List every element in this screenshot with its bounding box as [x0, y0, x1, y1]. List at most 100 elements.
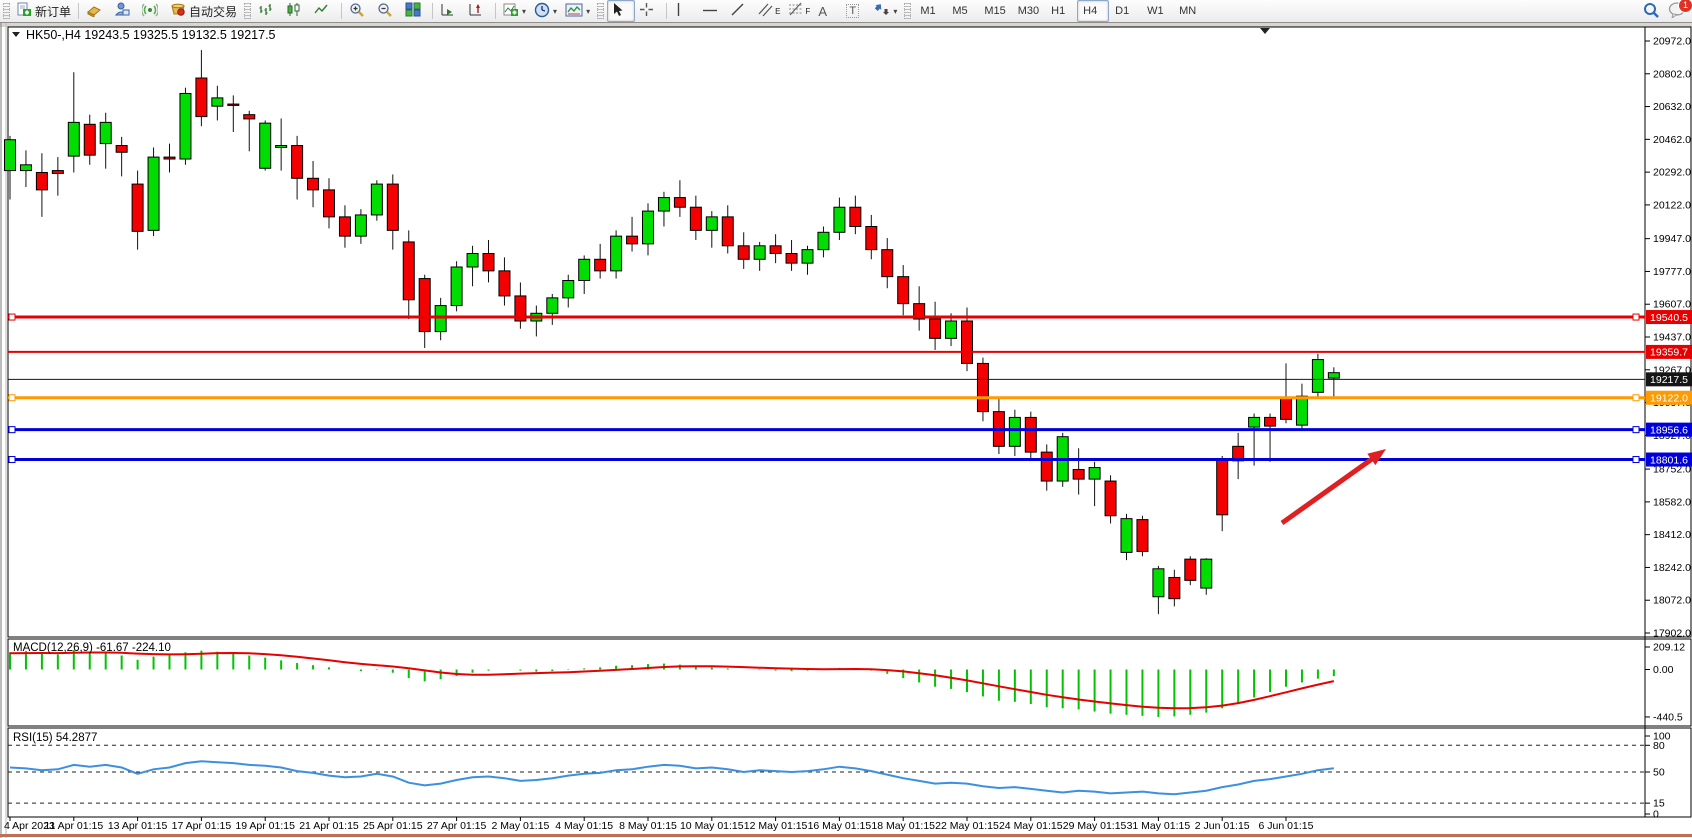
price-axis-label: 18582.0	[1653, 496, 1691, 508]
hline-left-handle[interactable]	[9, 314, 15, 320]
hline-left-handle[interactable]	[9, 427, 15, 433]
candle-body	[1217, 460, 1228, 515]
bar-chart-icon	[258, 2, 273, 20]
candle-body	[1121, 519, 1132, 553]
candle-body	[1041, 452, 1052, 481]
cursor-tool-button[interactable]	[607, 0, 635, 22]
timeframe-button-M15[interactable]: M15	[978, 0, 1011, 22]
timeframe-button-H4[interactable]: H4	[1077, 0, 1109, 22]
text-label-tool-button[interactable]: T	[842, 0, 870, 22]
notification-badge: 1	[1678, 0, 1692, 13]
candle-body	[1105, 481, 1116, 516]
price-axis-label: 18242.0	[1653, 562, 1691, 574]
date-axis-label: 12 May 01:15	[744, 820, 808, 832]
signal-button[interactable]	[138, 0, 166, 22]
candle-body	[674, 198, 685, 208]
candle-body	[20, 165, 31, 171]
template-chart-icon	[565, 3, 583, 20]
candle-body	[308, 178, 319, 190]
date-axis-label: 17 Apr 01:15	[172, 820, 232, 832]
timeframe-button-MN[interactable]: MN	[1173, 0, 1205, 22]
terminal-button[interactable]	[110, 0, 138, 22]
hline-left-handle[interactable]	[9, 457, 15, 463]
new-order-button[interactable]: 新订单	[13, 0, 75, 22]
chart-shift-button[interactable]	[464, 0, 492, 22]
date-axis-label: 19 Apr 01:15	[235, 820, 295, 832]
bar-chart-type-button[interactable]	[254, 0, 282, 22]
indicators-caret-icon: ▾	[522, 7, 526, 16]
macd-panel[interactable]	[8, 639, 1691, 726]
candle-body	[387, 184, 398, 230]
auto-trading-button[interactable]: 自动交易	[166, 0, 241, 22]
candle-body	[419, 279, 430, 332]
candle-body	[834, 207, 845, 232]
periods-button[interactable]: ▾	[530, 0, 561, 22]
candle-body	[1185, 559, 1196, 580]
macd-axis-label: -440.5	[1653, 711, 1683, 723]
candle-body	[754, 246, 765, 259]
price-axis-label: 17902.0	[1653, 628, 1691, 640]
timeframe-button-D1[interactable]: D1	[1109, 0, 1141, 22]
fibonacci-tool-button[interactable]: F	[784, 0, 814, 22]
candle-body	[196, 78, 207, 117]
macd-axis-label: 209.12	[1653, 642, 1685, 654]
timeframe-button-M30[interactable]: M30	[1012, 0, 1045, 22]
hline-left-handle[interactable]	[9, 395, 15, 401]
candle-body	[595, 259, 606, 271]
tile-windows-button[interactable]	[401, 0, 429, 22]
price-axis-label: 20802.0	[1653, 68, 1691, 80]
candle-body	[499, 271, 510, 296]
timeframe-button-H1[interactable]: H1	[1045, 0, 1077, 22]
candle-body	[68, 122, 79, 156]
hline-right-handle[interactable]	[1633, 395, 1639, 401]
window-bottom-strip	[0, 834, 1692, 837]
timeframe-button-M1[interactable]: M1	[914, 0, 946, 22]
trendline-tool-button[interactable]	[726, 0, 754, 22]
candle-body	[212, 98, 223, 106]
zoom-out-button[interactable]	[373, 0, 401, 22]
chart-surface[interactable]: 20972.020802.020632.020462.020292.020122…	[0, 0, 1692, 838]
hline-right-handle[interactable]	[1633, 457, 1639, 463]
hline-right-handle[interactable]	[1633, 314, 1639, 320]
candle-body	[292, 146, 303, 179]
date-axis-label: 2 May 01:15	[492, 820, 550, 832]
main-chart-panel[interactable]	[8, 27, 1691, 637]
candle-body	[946, 321, 957, 338]
timeframe-button-M5[interactable]: M5	[946, 0, 978, 22]
channel-tool-button[interactable]: E	[754, 0, 784, 22]
notifications-button[interactable]: 1	[1668, 2, 1686, 21]
hline-right-handle[interactable]	[1633, 427, 1639, 433]
indicators-button[interactable]: ▾	[499, 0, 530, 22]
market-watch-button[interactable]	[82, 0, 110, 22]
candle-body	[850, 207, 861, 226]
crosshair-tool-button[interactable]	[635, 0, 663, 22]
candle-body	[1073, 469, 1084, 479]
arrows-tool-button[interactable]: ▾	[870, 0, 901, 22]
trendline-icon	[730, 2, 745, 20]
templates-button[interactable]: ▾	[561, 0, 594, 22]
candle-body	[1296, 396, 1307, 425]
hline-tool-button[interactable]	[698, 0, 726, 22]
vline-tool-button[interactable]	[670, 0, 698, 22]
auto-scroll-button[interactable]	[436, 0, 464, 22]
price-axis-label: 19947.0	[1653, 233, 1691, 245]
candle-body	[579, 259, 590, 280]
timeframe-button-W1[interactable]: W1	[1141, 0, 1173, 22]
auto-trading-label: 自动交易	[189, 3, 237, 20]
candle-body	[1169, 577, 1180, 598]
candle-body	[658, 198, 669, 211]
date-axis-label: 13 Apr 01:15	[108, 820, 168, 832]
search-icon[interactable]	[1642, 1, 1660, 22]
rsi-axis-label: 50	[1653, 767, 1665, 779]
candlestick-icon	[286, 2, 301, 20]
candle-body	[786, 254, 797, 264]
line-chart-type-button[interactable]	[310, 0, 338, 22]
auto-trading-icon	[170, 2, 186, 20]
text-tool-button[interactable]: A	[814, 0, 842, 22]
vertical-line-icon	[674, 2, 683, 20]
zoom-in-button[interactable]	[345, 0, 373, 22]
candlestick-chart-type-button[interactable]	[282, 0, 310, 22]
candle-body	[627, 236, 638, 244]
price-axis-label: 19437.0	[1653, 332, 1691, 344]
candle-body	[451, 267, 462, 306]
